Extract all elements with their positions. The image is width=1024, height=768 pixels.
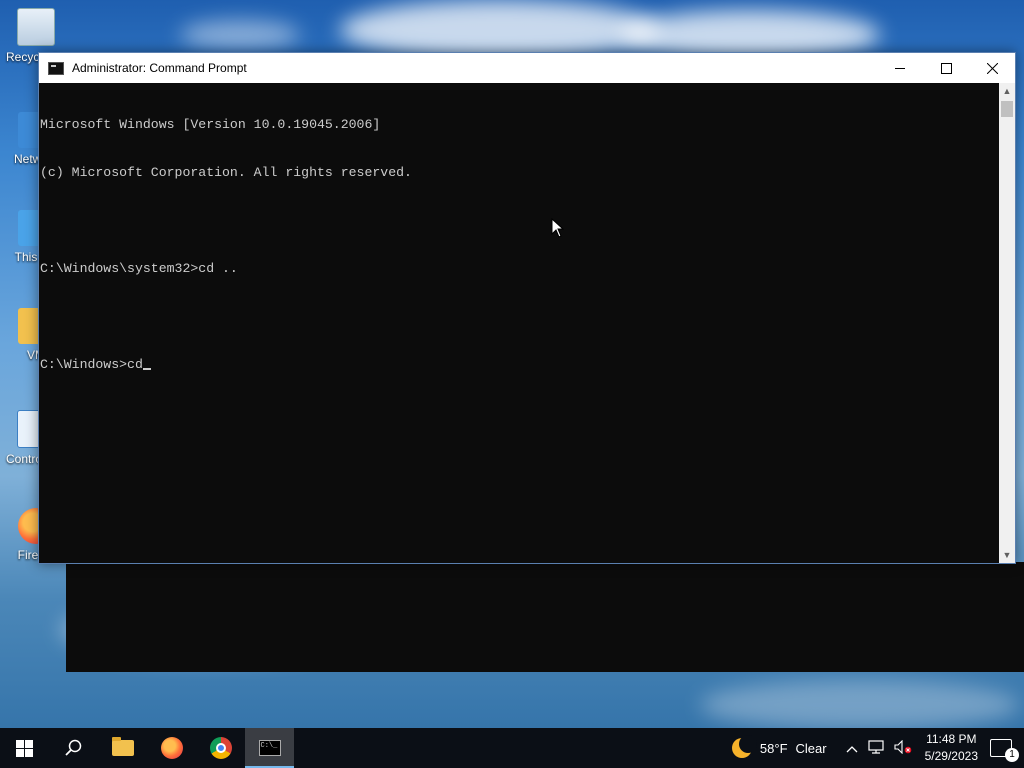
system-tray: 58°F Clear 11:48 PM 5/29/2023 1 (731, 728, 1024, 768)
command-prompt-icon: C:\_ (258, 740, 281, 756)
title-bar[interactable]: Administrator: Command Prompt (39, 53, 1015, 83)
search-button[interactable] (49, 728, 98, 768)
weather-moon-icon[interactable] (731, 735, 757, 758)
recycle-bin-icon (17, 8, 55, 46)
chrome-icon (209, 737, 232, 759)
taskbar-file-explorer[interactable] (98, 728, 147, 768)
taskbar-command-prompt[interactable]: C:\_ (245, 728, 294, 768)
weather-condition[interactable]: Clear (796, 741, 827, 756)
close-button[interactable] (969, 53, 1015, 83)
console-line: Microsoft Windows [Version 10.0.19045.20… (40, 117, 381, 132)
taskbar: C:\_ 58°F Clear 11:48 PM 5/29/2023 1 (0, 728, 1024, 768)
console-current-command: C:\Windows>cd (40, 357, 143, 372)
scroll-up-arrow-icon[interactable]: ▲ (999, 83, 1015, 99)
weather-temperature[interactable]: 58°F (760, 741, 788, 756)
console-input-line[interactable]: C:\Windows>cd (40, 357, 998, 373)
console-line: (c) Microsoft Corporation. All rights re… (40, 165, 412, 180)
firefox-icon (160, 737, 183, 759)
taskbar-clock[interactable]: 11:48 PM 5/29/2023 (925, 731, 978, 765)
taskbar-firefox[interactable] (147, 728, 196, 768)
close-icon (986, 62, 998, 74)
file-explorer-icon (111, 737, 134, 756)
network-status-icon[interactable] (868, 739, 884, 757)
background-console-window[interactable] (66, 562, 1024, 672)
mouse-pointer-icon (551, 218, 565, 238)
taskbar-chrome[interactable] (196, 728, 245, 768)
windows-logo-icon (16, 739, 33, 757)
clock-date: 5/29/2023 (924, 749, 978, 763)
console-line: C:\Windows\system32>cd .. (40, 261, 238, 276)
maximize-button[interactable] (923, 53, 969, 83)
text-cursor (142, 368, 151, 370)
window-title: Administrator: Command Prompt (72, 61, 247, 75)
vertical-scrollbar[interactable]: ▲ ▼ (999, 83, 1015, 563)
minimize-button[interactable] (877, 53, 923, 83)
search-icon (64, 739, 81, 756)
volume-muted-icon[interactable] (894, 739, 912, 757)
start-button[interactable] (0, 728, 49, 768)
minimize-icon (895, 67, 905, 69)
maximize-icon (940, 62, 952, 74)
action-center-button[interactable]: 1 (990, 739, 1019, 762)
console-output[interactable]: Microsoft Windows [Version 10.0.19045.20… (39, 83, 999, 563)
notification-count-badge: 1 (1005, 748, 1019, 762)
show-hidden-icons-chevron-up-icon[interactable] (846, 741, 858, 756)
scroll-down-arrow-icon[interactable]: ▼ (999, 547, 1015, 563)
clock-time: 11:48 PM (926, 732, 977, 746)
command-prompt-window[interactable]: Administrator: Command Prompt Microsoft … (38, 52, 1016, 564)
scrollbar-thumb[interactable] (1001, 101, 1013, 117)
command-prompt-icon (48, 61, 64, 75)
